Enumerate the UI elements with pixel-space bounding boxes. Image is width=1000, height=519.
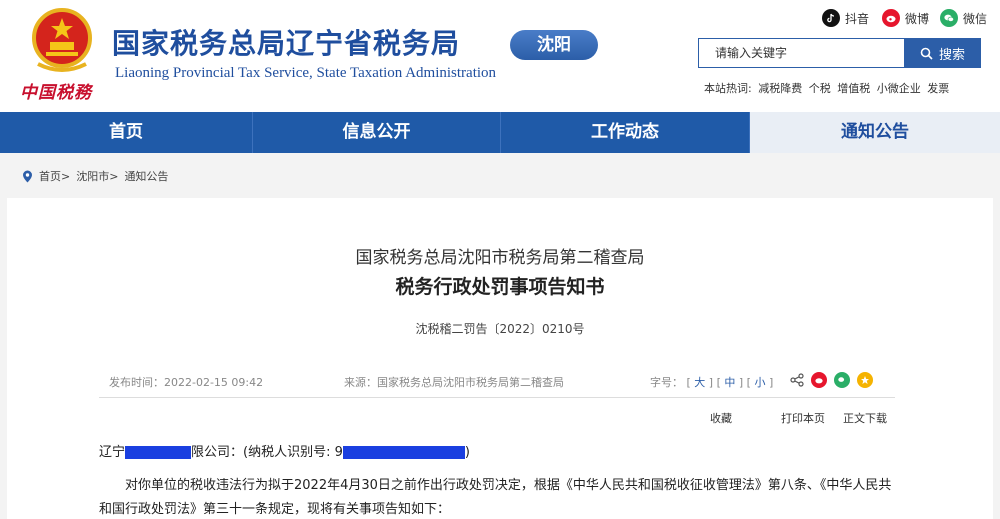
location-pin-icon	[23, 170, 32, 182]
font-size-medium[interactable]: 中	[724, 376, 735, 389]
social-weixin[interactable]: 微信	[940, 8, 987, 28]
weixin-share-icon[interactable]	[834, 372, 850, 388]
redaction-block	[125, 446, 192, 459]
share-bar	[790, 372, 873, 388]
douyin-icon	[822, 9, 840, 27]
favorite-button[interactable]: 收藏	[710, 410, 732, 426]
qzone-share-icon[interactable]	[857, 372, 873, 388]
social-douyin[interactable]: 抖音	[822, 8, 869, 28]
main-nav: 首页 信息公开 工作动态 通知公告	[0, 112, 1000, 153]
addressee-prefix: 辽宁	[99, 445, 126, 460]
nav-home[interactable]: 首页	[0, 112, 253, 153]
social-weibo[interactable]: 微博	[882, 8, 929, 28]
site-title-en: Liaoning Provincial Tax Service, State T…	[115, 65, 497, 81]
search-icon	[920, 47, 933, 60]
breadcrumb: 首页> 沈阳市> 通知公告	[22, 168, 168, 184]
article-title: 税务行政处罚事项告知书	[395, 276, 605, 298]
hot-word-link[interactable]: 小微企业	[877, 82, 921, 95]
article-paragraph: 对你单位的税收违法行为拟于2022年4月30日之前作出行政处罚决定，根据《中华人…	[99, 478, 892, 517]
site-header: 中国税務 国家税务总局辽宁省税务局 Liaoning Provincial Ta…	[0, 0, 1000, 112]
redaction-block	[342, 446, 465, 459]
search-button-label: 搜索	[938, 47, 965, 63]
font-size-label: 字号：	[650, 376, 683, 389]
hot-words-label: 本站热词:	[704, 82, 752, 95]
addressee-line: 辽宁 限公司：(纳税人识别号: 9)	[99, 441, 470, 460]
hot-words: 本站热词: 减税降费 个税 增值税 小微企业 发票	[704, 80, 952, 96]
hot-word-link[interactable]: 减税降费	[758, 82, 802, 95]
font-size-large[interactable]: 大	[694, 376, 705, 389]
document-number: 沈税稽二罚告〔2022〕0210号	[415, 322, 585, 336]
weibo-icon	[882, 9, 900, 27]
publish-date: 发布时间：2022-02-15 09:42	[109, 376, 264, 389]
download-button[interactable]: 正文下载	[843, 410, 887, 426]
divider	[99, 397, 895, 398]
font-size-small[interactable]: 小	[754, 376, 765, 389]
site-title[interactable]: 国家税务总局辽宁省税务局	[112, 22, 460, 62]
national-emblem-icon	[32, 8, 92, 72]
share-icon[interactable]	[790, 373, 804, 387]
nav-notices[interactable]: 通知公告	[750, 112, 1000, 153]
article-panel: 国家税务总局沈阳市税务局第二稽查局 税务行政处罚事项告知书 沈税稽二罚告〔202…	[7, 198, 993, 519]
font-size-switcher: 字号： [ 大 ] [ 中 ] [ 小 ]	[650, 376, 774, 389]
search-input[interactable]: 请输入关键字	[698, 38, 904, 68]
social-label: 抖音	[845, 11, 870, 26]
addressee-suffix: )	[464, 445, 470, 460]
weibo-share-icon[interactable]	[811, 372, 827, 388]
hot-word-link[interactable]: 发票	[927, 82, 949, 95]
weixin-icon	[940, 9, 958, 27]
breadcrumb-home[interactable]: 首页>	[39, 168, 70, 184]
city-badge[interactable]: 沈阳	[510, 30, 598, 60]
nav-work-news[interactable]: 工作动态	[501, 112, 750, 153]
breadcrumb-notices[interactable]: 通知公告	[124, 168, 168, 184]
social-label: 微博	[905, 11, 930, 26]
print-button[interactable]: 打印本页	[781, 410, 825, 426]
breadcrumb-city[interactable]: 沈阳市>	[76, 168, 118, 184]
article-source: 来源：国家税务总局沈阳市税务局第二稽查局	[344, 376, 564, 389]
hot-word-link[interactable]: 个税	[809, 82, 831, 95]
seal-text: 中国税務	[20, 83, 92, 103]
hot-word-link[interactable]: 增值税	[837, 82, 870, 95]
nav-info-disclosure[interactable]: 信息公开	[253, 112, 501, 153]
social-label: 微信	[963, 11, 988, 26]
search-button[interactable]: 搜索	[904, 38, 981, 68]
article-org: 国家税务总局沈阳市税务局第二稽查局	[355, 248, 645, 268]
addressee-mid: 限公司：(纳税人识别号: 9	[191, 445, 343, 460]
